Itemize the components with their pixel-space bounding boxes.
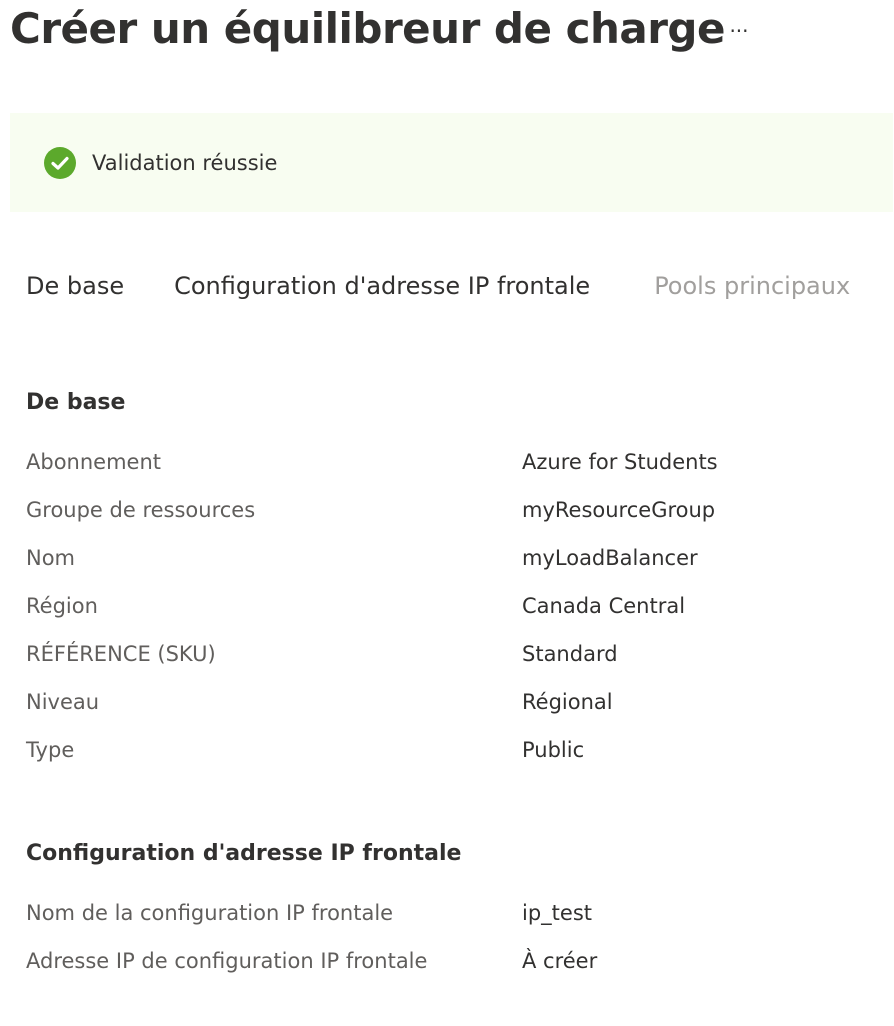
row-label: Nom — [26, 546, 76, 570]
section-title-de-base: De base — [26, 390, 126, 415]
row-label: Groupe de ressources — [26, 498, 256, 522]
tab-bar: De base Configuration d'adresse IP front… — [26, 272, 850, 300]
row-label: Adresse IP de configuration IP frontale — [26, 949, 428, 973]
section-title-configuration-ip-frontale: Configuration d'adresse IP frontale — [26, 841, 462, 866]
summary-row: Niveau Régional — [26, 690, 886, 730]
row-label: Abonnement — [26, 450, 162, 474]
validation-message: Validation réussie — [92, 150, 278, 175]
validation-banner: Validation réussie — [10, 113, 893, 212]
row-label: Nom de la configuration IP frontale — [26, 901, 394, 925]
row-value: Régional — [522, 690, 613, 714]
summary-row: RÉFÉRENCE (SKU) Standard — [26, 642, 886, 682]
row-value: À créer — [522, 949, 598, 973]
summary-row: Adresse IP de configuration IP frontale … — [26, 949, 886, 989]
row-value: Canada Central — [522, 594, 686, 618]
row-value: myLoadBalancer — [522, 546, 698, 570]
tab-de-base[interactable]: De base — [26, 272, 124, 300]
row-value: Azure for Students — [522, 450, 718, 474]
row-label: Région — [26, 594, 98, 618]
row-value: myResourceGroup — [522, 498, 716, 522]
summary-row: Région Canada Central — [26, 594, 886, 634]
summary-row: Groupe de ressources myResourceGroup — [26, 498, 886, 538]
tab-pools-principaux[interactable]: Pools principaux — [654, 272, 850, 300]
tab-configuration-ip-frontale[interactable]: Configuration d'adresse IP frontale — [174, 272, 590, 300]
summary-row: Abonnement Azure for Students — [26, 450, 886, 490]
check-circle-icon — [44, 146, 76, 179]
summary-row: Type Public — [26, 738, 886, 778]
row-label: Niveau — [26, 690, 100, 714]
more-options-button[interactable]: ··· — [724, 18, 754, 44]
summary-row: Nom myLoadBalancer — [26, 546, 886, 586]
row-label: RÉFÉRENCE (SKU) — [26, 642, 216, 666]
row-value: Standard — [522, 642, 618, 666]
row-value: ip_test — [522, 901, 592, 925]
row-label: Type — [26, 738, 75, 762]
summary-row: Nom de la configuration IP frontale ip_t… — [26, 901, 886, 941]
row-value: Public — [522, 738, 585, 762]
page-title: Créer un équilibreur de charge — [10, 4, 725, 53]
